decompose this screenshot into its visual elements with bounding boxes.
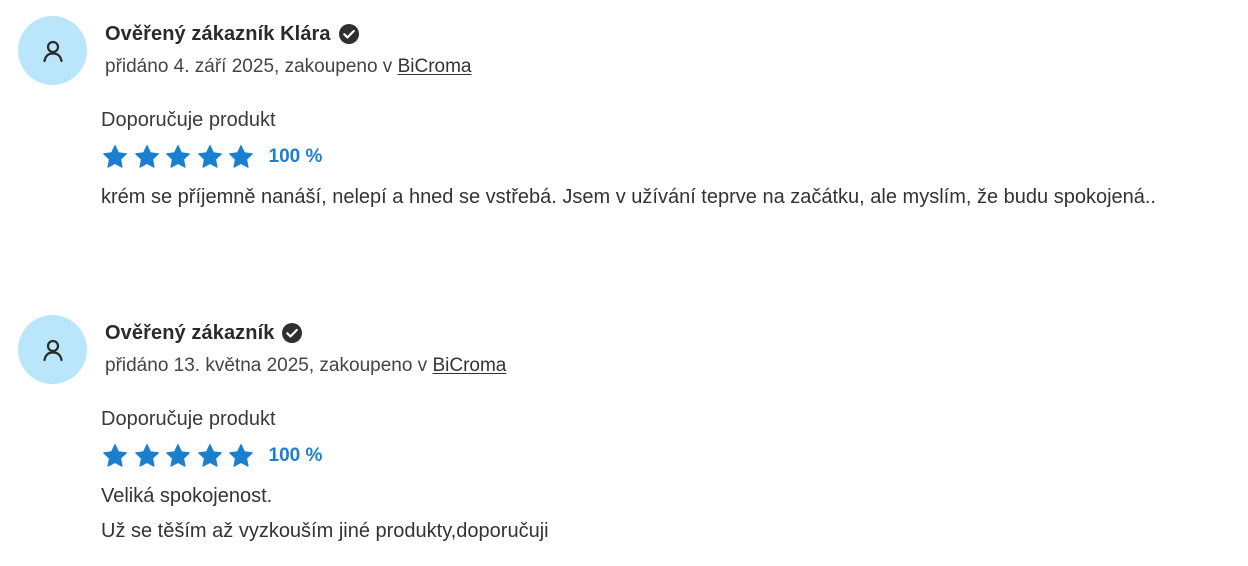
review-date-text: přidáno 13. května 2025, zakoupeno v <box>105 355 433 376</box>
rating-percent: 100 % <box>268 445 323 466</box>
recommend-label: Doporučuje produkt <box>101 109 276 131</box>
review-meta: přidáno 13. května 2025, zakoupeno v BiC… <box>105 355 506 377</box>
verified-check-icon <box>282 323 303 343</box>
avatar <box>18 315 87 384</box>
shop-link[interactable]: BiCroma <box>432 355 506 376</box>
star-icon <box>197 443 223 469</box>
author-line: Ověřený zákazník Klára <box>105 20 359 48</box>
star-icon <box>228 443 254 469</box>
star-icon <box>134 144 160 170</box>
author-line: Ověřený zákazník <box>105 319 303 347</box>
user-icon <box>42 339 63 361</box>
verified-check-icon <box>338 24 359 44</box>
review-text-line: krém se příjemně nanáší, nelepí a hned s… <box>101 186 1156 208</box>
user-icon <box>42 40 63 62</box>
author-name: Ověřený zákazník <box>105 321 275 344</box>
star-icon <box>228 144 254 170</box>
review-text: krém se příjemně nanáší, nelepí a hned s… <box>101 180 1156 215</box>
author-name: Ověřený zákazník Klára <box>105 22 331 45</box>
review-date-text: přidáno 4. září 2025, zakoupeno v <box>105 56 398 77</box>
star-icon <box>102 144 128 170</box>
star-icon <box>102 443 128 469</box>
review-meta: přidáno 4. září 2025, zakoupeno v BiCrom… <box>105 56 472 78</box>
star-rating: 100 % <box>102 443 322 469</box>
star-icon <box>134 443 160 469</box>
rating-percent: 100 % <box>268 146 323 167</box>
star-icon <box>197 144 223 170</box>
star-icon <box>165 144 191 170</box>
star-rating: 100 % <box>102 144 322 170</box>
review-text-line: Už se těším až vyzkouším jiné produkty,d… <box>101 520 549 542</box>
avatar <box>18 16 87 85</box>
shop-link[interactable]: BiCroma <box>398 56 472 77</box>
star-icon <box>165 443 191 469</box>
review-text: Veliká spokojenost. Už se těším až vyzko… <box>101 479 549 549</box>
recommend-label: Doporučuje produkt <box>101 408 276 430</box>
review-text-line: Veliká spokojenost. <box>101 485 273 507</box>
